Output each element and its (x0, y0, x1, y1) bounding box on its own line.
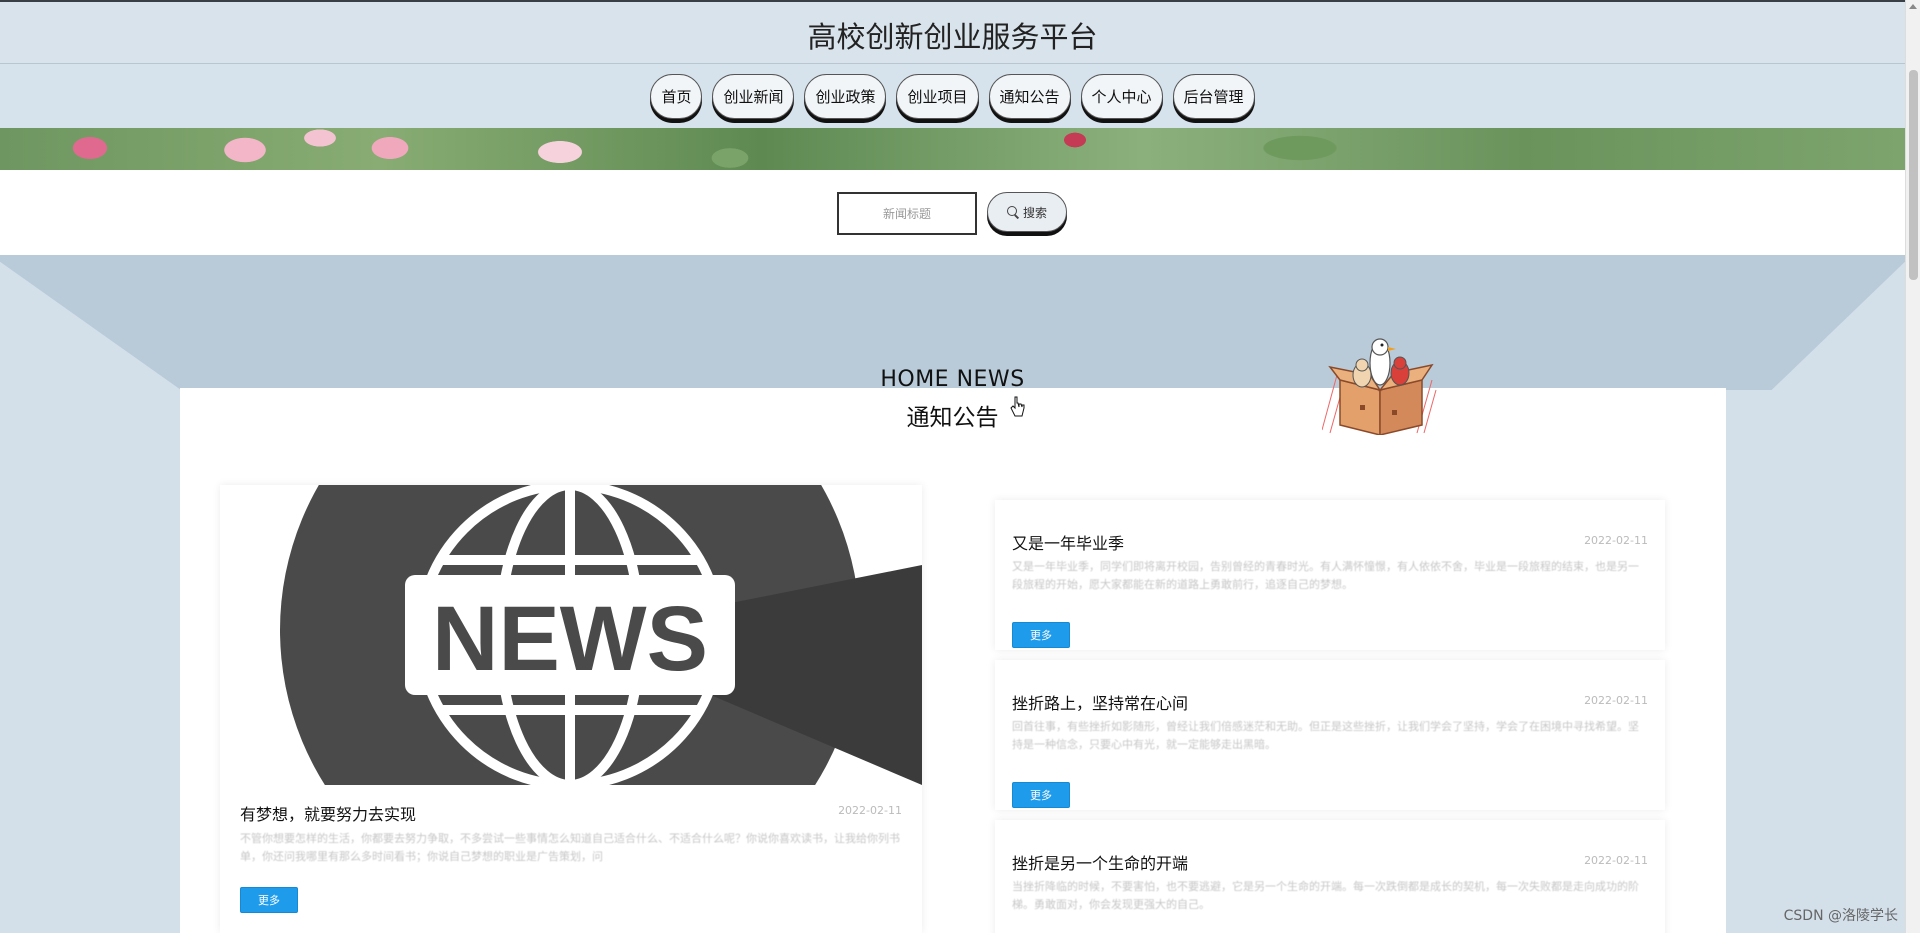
featured-news-date: 2022-02-11 (838, 804, 902, 817)
news-item-summary: 当挫折降临的时候，不要害怕，也不要逃避，它是另一个生命的开端。每一次跌倒都是成长… (1012, 880, 1639, 911)
news-item-title[interactable]: 又是一年毕业季 (1012, 530, 1124, 554)
featured-news-card[interactable]: NEWS 有梦想，就要努力去实现 2022-02-11 不管你想要怎样的生活，你… (220, 485, 922, 933)
scrollbar-thumb[interactable] (1909, 70, 1918, 280)
news-item-summary: 又是一年毕业季，同学们即将离开校园，告别曾经的青春时光。有人满怀憧憬，有人依依不… (1012, 560, 1639, 591)
search-button[interactable]: 搜索 (987, 192, 1067, 232)
page-scrollbar[interactable] (1905, 0, 1920, 933)
nav-startup-policy[interactable]: 创业政策 (804, 74, 887, 119)
news-list-item[interactable]: 又是一年毕业季 2022-02-11 又是一年毕业季，同学们即将离开校园，告别曾… (995, 500, 1665, 650)
featured-news-image: NEWS (220, 485, 922, 785)
news-globe-icon: NEWS (220, 485, 922, 785)
mouse-cursor-icon (1010, 396, 1025, 417)
scroll-up-arrow-icon[interactable] (1909, 4, 1917, 9)
news-item-title[interactable]: 挫折是另一个生命的开端 (1012, 850, 1188, 874)
mascot-illustration (1322, 338, 1437, 435)
nav-home[interactable]: 首页 (650, 74, 703, 119)
featured-news-summary: 不管你想要怎样的生活，你都要去努力争取，不多尝试一些事情怎么知道自己适合什么、不… (240, 832, 900, 863)
nav-admin[interactable]: 后台管理 (1172, 74, 1255, 119)
news-item-date: 2022-02-11 (1584, 534, 1648, 547)
featured-news-title[interactable]: 有梦想，就要努力去实现 (240, 801, 416, 825)
nav-notices[interactable]: 通知公告 (988, 74, 1071, 119)
nav-startup-news[interactable]: 创业新闻 (712, 74, 795, 119)
search-bar: 搜索 (0, 170, 1905, 255)
section-heading: HOME NEWS 通知公告 (0, 367, 1905, 432)
section-title-en: HOME NEWS (880, 367, 1025, 392)
search-input[interactable] (837, 192, 977, 235)
news-image-text: NEWS (432, 588, 708, 690)
site-title: 高校创新创业服务平台 (807, 20, 1098, 54)
news-list-item[interactable]: 挫折是另一个生命的开端 2022-02-11 当挫折降临的时候，不要害怕，也不要… (995, 820, 1665, 933)
main-nav: 首页 创业新闻 创业政策 创业项目 通知公告 个人中心 后台管理 (0, 64, 1905, 128)
news-item-title[interactable]: 挫折路上，坚持常在心间 (1012, 690, 1188, 714)
news-item-more-button[interactable]: 更多 (1012, 622, 1070, 648)
news-item-summary: 回首往事，有些挫折如影随形，曾经让我们倍感迷茫和无助。但正是这些挫折，让我们学会… (1012, 720, 1639, 751)
search-button-label: 搜索 (1022, 205, 1047, 220)
news-list-item[interactable]: 挫折路上，坚持常在心间 2022-02-11 回首往事，有些挫折如影随形，曾经让… (995, 660, 1665, 810)
nav-startup-projects[interactable]: 创业项目 (896, 74, 979, 119)
news-item-date: 2022-02-11 (1584, 694, 1648, 707)
watermark: CSDN @洛陵学长 (1783, 908, 1898, 924)
flower-banner-image (0, 128, 1905, 170)
nav-personal-center[interactable]: 个人中心 (1080, 74, 1163, 119)
header: 高校创新创业服务平台 (0, 0, 1905, 64)
news-item-date: 2022-02-11 (1584, 854, 1648, 867)
featured-more-button[interactable]: 更多 (240, 887, 298, 913)
news-item-more-button[interactable]: 更多 (1012, 782, 1070, 808)
section-title-cn: 通知公告 (906, 405, 999, 431)
search-icon (1006, 206, 1019, 218)
